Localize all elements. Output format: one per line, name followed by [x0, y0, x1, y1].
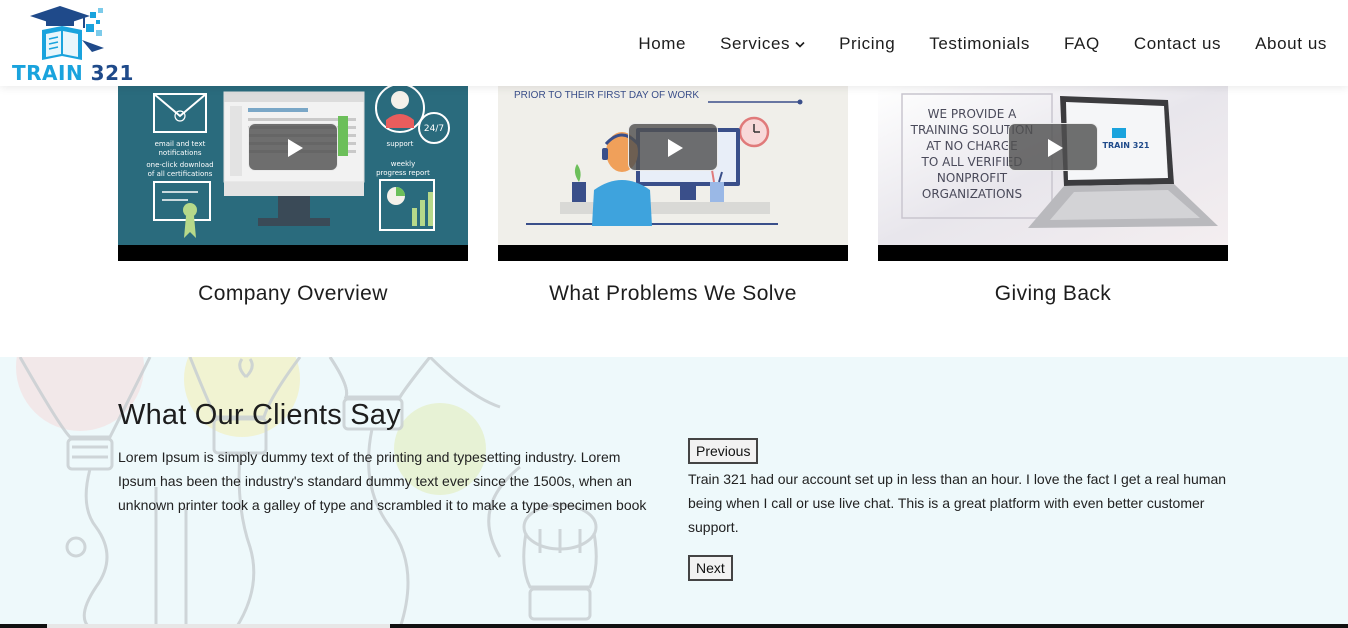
thumb-text: support	[387, 140, 414, 148]
thumb-text: weekly	[391, 160, 415, 168]
page-bottom-divider	[0, 624, 1348, 628]
thumb-text: of all certifications	[148, 170, 213, 178]
video-player-giving-back[interactable]: WE PROVIDE A TRAINING SOLUTION AT NO CHA…	[878, 86, 1228, 261]
play-button[interactable]	[248, 123, 338, 171]
next-button[interactable]: Next	[688, 555, 733, 581]
chevron-down-icon	[795, 41, 805, 48]
thumb-text: ORGANIZATIONS	[922, 187, 1022, 201]
thumb-text: WE PROVIDE A	[928, 107, 1017, 121]
video-thumbnail: email and text notifications one-click d…	[118, 86, 468, 261]
video-thumbnail: WE PROVIDE A TRAINING SOLUTION AT NO CHA…	[878, 86, 1228, 261]
play-icon	[1048, 139, 1063, 157]
play-icon	[668, 139, 683, 157]
logo-text: TRAIN 321	[12, 61, 134, 85]
thumb-text: PRIOR TO THEIR FIRST DAY OF WORK	[514, 90, 699, 101]
previous-button[interactable]: Previous	[688, 438, 759, 464]
play-icon	[288, 139, 303, 157]
logo-book-icon	[30, 6, 104, 60]
nav-services[interactable]: Services	[720, 34, 805, 54]
thumb-text: one-click download	[146, 161, 213, 169]
nav-about-us[interactable]: About us	[1255, 34, 1327, 54]
video-title: Company Overview	[198, 282, 388, 305]
nav-services-label: Services	[720, 34, 791, 53]
play-button[interactable]	[1008, 123, 1098, 171]
site-header: TRAIN 321 Home Services Pricing Testimon…	[0, 0, 1348, 86]
thumb-text: email and text	[155, 140, 206, 148]
nav-testimonials[interactable]: Testimonials	[929, 34, 1030, 54]
play-button[interactable]	[628, 123, 718, 171]
video-player-what-problems-we-solve[interactable]: PRIOR TO THEIR FIRST DAY OF WORK	[498, 86, 848, 261]
thumb-text: progress report	[376, 169, 430, 177]
logo-text-321: 321	[90, 61, 134, 85]
video-card-company-overview: email and text notifications one-click d…	[118, 86, 468, 305]
testimonials-section: What Our Clients Say Lorem Ipsum is simp…	[0, 357, 1348, 628]
section-description: Lorem Ipsum is simply dummy text of the …	[118, 449, 647, 513]
main-nav: Home Services Pricing Testimonials FAQ C…	[638, 34, 1327, 54]
nav-home[interactable]: Home	[638, 34, 686, 54]
thumb-text: AT NO CHARGE	[926, 139, 1018, 153]
section-title: What Our Clients Say	[118, 399, 401, 431]
testimonial-quote: Train 321 had our account set up in less…	[688, 471, 1227, 535]
train321-logo[interactable]: TRAIN 321	[12, 4, 147, 85]
thumb-text: NONPROFIT	[937, 171, 1008, 185]
video-thumbnail: PRIOR TO THEIR FIRST DAY OF WORK	[498, 86, 848, 261]
video-title: Giving Back	[994, 282, 1112, 305]
thumb-text: notifications	[158, 149, 201, 157]
nav-pricing[interactable]: Pricing	[839, 34, 895, 54]
video-card-giving-back: WE PROVIDE A TRAINING SOLUTION AT NO CHA…	[878, 86, 1228, 305]
video-card-what-problems-we-solve: PRIOR TO THEIR FIRST DAY OF WORK What Pr…	[498, 86, 848, 305]
thumb-text: TRAIN 321	[1103, 141, 1150, 150]
nav-contact-us[interactable]: Contact us	[1134, 34, 1221, 54]
divider-segment	[47, 624, 390, 628]
video-title: What Problems We Solve	[549, 282, 797, 305]
nav-faq[interactable]: FAQ	[1064, 34, 1100, 54]
logo-text-train: TRAIN	[12, 61, 84, 85]
video-player-company-overview[interactable]: email and text notifications one-click d…	[118, 86, 468, 261]
thumb-text: 24/7	[424, 124, 444, 134]
